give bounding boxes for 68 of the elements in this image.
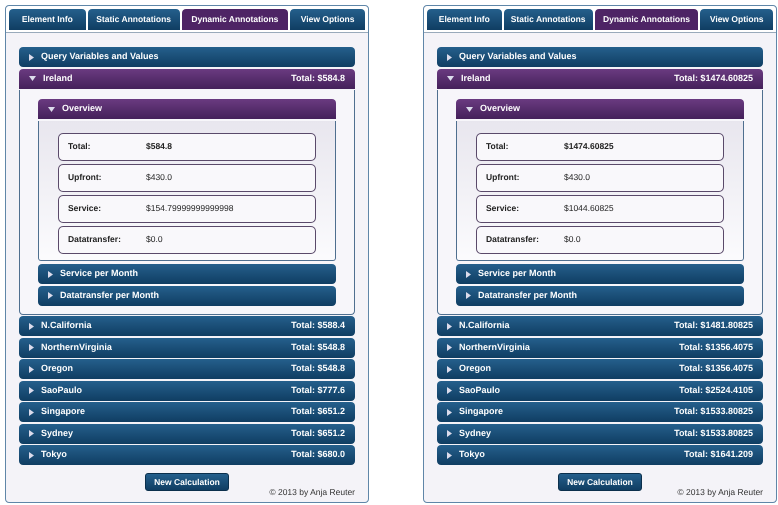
tab[interactable]: View Options bbox=[290, 9, 365, 30]
accordion-header[interactable]: SaoPaulo Total: $777.6 bbox=[19, 380, 355, 400]
row-value: $1044.60825 bbox=[564, 202, 614, 215]
total-label: Total: $1356.4075 bbox=[679, 340, 753, 354]
tab[interactable]: View Options bbox=[700, 9, 773, 30]
total-label: Total: $1356.4075 bbox=[679, 362, 753, 376]
accordion-header[interactable]: Overview bbox=[38, 99, 336, 119]
tab[interactable]: Dynamic Annotations bbox=[182, 9, 288, 30]
copyright-text: © 2013 by Anja Reuter bbox=[677, 486, 763, 499]
new-calculation-button[interactable]: New Calculation bbox=[558, 473, 642, 491]
row-value: $0.0 bbox=[564, 233, 581, 246]
accordion-header[interactable]: Overview bbox=[456, 99, 744, 119]
row-label: Datatransfer: bbox=[486, 233, 540, 246]
accordion-header[interactable]: Query Variables and Values bbox=[437, 47, 763, 67]
accordion-header[interactable]: Ireland Total: $1474.60825 bbox=[437, 68, 763, 88]
total-label: Total: $548.8 bbox=[291, 362, 345, 376]
tab[interactable]: Static Annotations bbox=[504, 9, 593, 30]
row-value: $584.8 bbox=[146, 140, 172, 153]
accordion-header[interactable]: Tokyo Total: $680.0 bbox=[19, 445, 355, 465]
accordion-header[interactable]: Datatransfer per Month bbox=[456, 286, 744, 306]
accordion-header[interactable]: Tokyo Total: $1641.209 bbox=[437, 445, 763, 465]
total-label: Total: $1481.80825 bbox=[674, 319, 753, 332]
accordion-header[interactable]: Singapore Total: $1533.80825 bbox=[437, 402, 763, 422]
row-value: $0.0 bbox=[146, 233, 163, 246]
tab[interactable]: Element Info bbox=[9, 9, 86, 30]
accordion-header[interactable]: Query Variables and Values bbox=[19, 47, 355, 67]
accordion-header[interactable]: N.California Total: $588.4 bbox=[19, 316, 355, 336]
total-label: Total: $777.6 bbox=[291, 384, 345, 397]
accordion-header[interactable]: SaoPaulo Total: $2524.4105 bbox=[437, 380, 763, 400]
accordion-header[interactable]: NorthernVirginia Total: $548.8 bbox=[19, 338, 355, 358]
total-label: Total: $548.8 bbox=[291, 340, 345, 354]
accordion-header[interactable]: Service per Month bbox=[38, 264, 336, 284]
row-value: $430.0 bbox=[564, 171, 590, 184]
accordion-header[interactable]: Oregon Total: $1356.4075 bbox=[437, 359, 763, 379]
row-label: Service: bbox=[486, 202, 520, 215]
accordion-header[interactable]: NorthernVirginia Total: $1356.4075 bbox=[437, 338, 763, 358]
row-label: Total: bbox=[68, 140, 92, 153]
accordion-header[interactable]: Oregon Total: $548.8 bbox=[19, 359, 355, 379]
row-value: $430.0 bbox=[146, 171, 172, 184]
total-label: Total: $588.4 bbox=[291, 319, 345, 332]
tab[interactable]: Static Annotations bbox=[88, 9, 180, 30]
row-label: Upfront: bbox=[68, 171, 103, 184]
row-label: Service: bbox=[68, 202, 102, 215]
accordion-header[interactable]: Sydney Total: $1533.80825 bbox=[437, 424, 763, 444]
accordion-header[interactable]: Ireland Total: $584.8 bbox=[19, 68, 355, 88]
row-label: Total: bbox=[486, 140, 510, 153]
total-label: Total: $651.2 bbox=[291, 426, 345, 440]
accordion-header[interactable]: N.California Total: $1481.80825 bbox=[437, 316, 763, 336]
total-label: Total: $2524.4105 bbox=[679, 384, 753, 397]
accordion-header[interactable]: Sydney Total: $651.2 bbox=[19, 424, 355, 444]
total-label: Total: $651.2 bbox=[291, 405, 345, 418]
row-label: Datatransfer: bbox=[68, 233, 122, 246]
total-label: Total: $680.0 bbox=[291, 448, 345, 462]
row-value: $1474.60825 bbox=[564, 140, 614, 153]
total-label: Total: $1533.80825 bbox=[674, 405, 753, 418]
tab[interactable]: Dynamic Annotations bbox=[594, 9, 698, 30]
total-label: Total: $584.8 bbox=[291, 72, 345, 85]
row-label: Upfront: bbox=[486, 171, 521, 184]
row-value: $154.79999999999998 bbox=[146, 202, 234, 215]
accordion-header[interactable]: Service per Month bbox=[456, 264, 744, 284]
accordion-header[interactable]: Singapore Total: $651.2 bbox=[19, 402, 355, 422]
copyright-text: © 2013 by Anja Reuter bbox=[269, 486, 355, 499]
total-label: Total: $1533.80825 bbox=[674, 426, 753, 440]
accordion-header[interactable]: Datatransfer per Month bbox=[38, 286, 336, 306]
total-label: Total: $1641.209 bbox=[684, 448, 753, 462]
tab[interactable]: Element Info bbox=[427, 9, 502, 30]
new-calculation-button[interactable]: New Calculation bbox=[145, 473, 229, 491]
total-label: Total: $1474.60825 bbox=[674, 72, 753, 85]
